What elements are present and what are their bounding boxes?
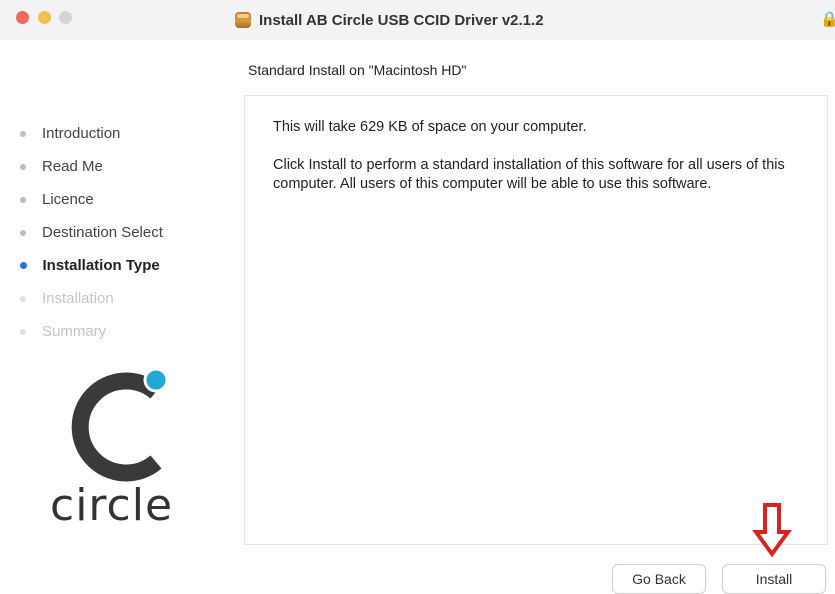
install-subtitle: Standard Install on "Macintosh HD" xyxy=(248,62,467,78)
zoom-window-button[interactable] xyxy=(59,11,72,24)
step-dot xyxy=(20,163,26,170)
sidebar-step-destination-select: Destination Select xyxy=(20,216,240,249)
install-info-panel: This will take 629 KB of space on your c… xyxy=(244,95,828,545)
current-step-dot xyxy=(19,262,27,269)
lock-icon[interactable]: 🔒 xyxy=(820,10,835,28)
step-dot xyxy=(20,196,26,203)
step-label: Installation Type xyxy=(42,257,160,274)
sidebar-step-summary: Summary xyxy=(20,315,240,348)
installer-steps-sidebar: Introduction Read Me Licence Destination… xyxy=(19,117,240,348)
title-bar: Install AB Circle USB CCID Driver v2.1.2… xyxy=(0,0,835,40)
sidebar-step-installation-type: Installation Type xyxy=(19,249,240,282)
step-label: Installation xyxy=(42,290,114,307)
install-description-text: Click Install to perform a standard inst… xyxy=(273,157,785,192)
step-label: Read Me xyxy=(42,158,103,175)
window-title-group: Install AB Circle USB CCID Driver v2.1.2 xyxy=(235,8,544,32)
step-label: Destination Select xyxy=(42,224,163,241)
space-required-text: This will take 629 KB of space on your c… xyxy=(273,119,587,135)
go-back-button[interactable]: Go Back xyxy=(612,564,706,594)
sidebar-step-installation: Installation xyxy=(20,282,240,315)
step-label: Licence xyxy=(42,191,94,208)
step-label: Introduction xyxy=(42,125,121,142)
package-icon xyxy=(235,12,251,28)
sidebar-step-read-me: Read Me xyxy=(20,150,240,183)
window-title: Install AB Circle USB CCID Driver v2.1.2 xyxy=(259,11,544,29)
step-label: Summary xyxy=(42,323,107,340)
step-dot xyxy=(20,130,26,137)
down-arrow-icon xyxy=(752,503,792,558)
step-dot xyxy=(20,229,26,236)
install-button[interactable]: Install xyxy=(722,564,826,594)
step-dot xyxy=(20,295,26,302)
logo-wordmark: circle xyxy=(50,480,174,531)
close-window-button[interactable] xyxy=(16,11,29,24)
sidebar-step-introduction: Introduction xyxy=(20,117,240,150)
sidebar-step-licence: Licence xyxy=(20,183,240,216)
minimize-window-button[interactable] xyxy=(38,11,51,24)
step-dot xyxy=(20,328,26,335)
